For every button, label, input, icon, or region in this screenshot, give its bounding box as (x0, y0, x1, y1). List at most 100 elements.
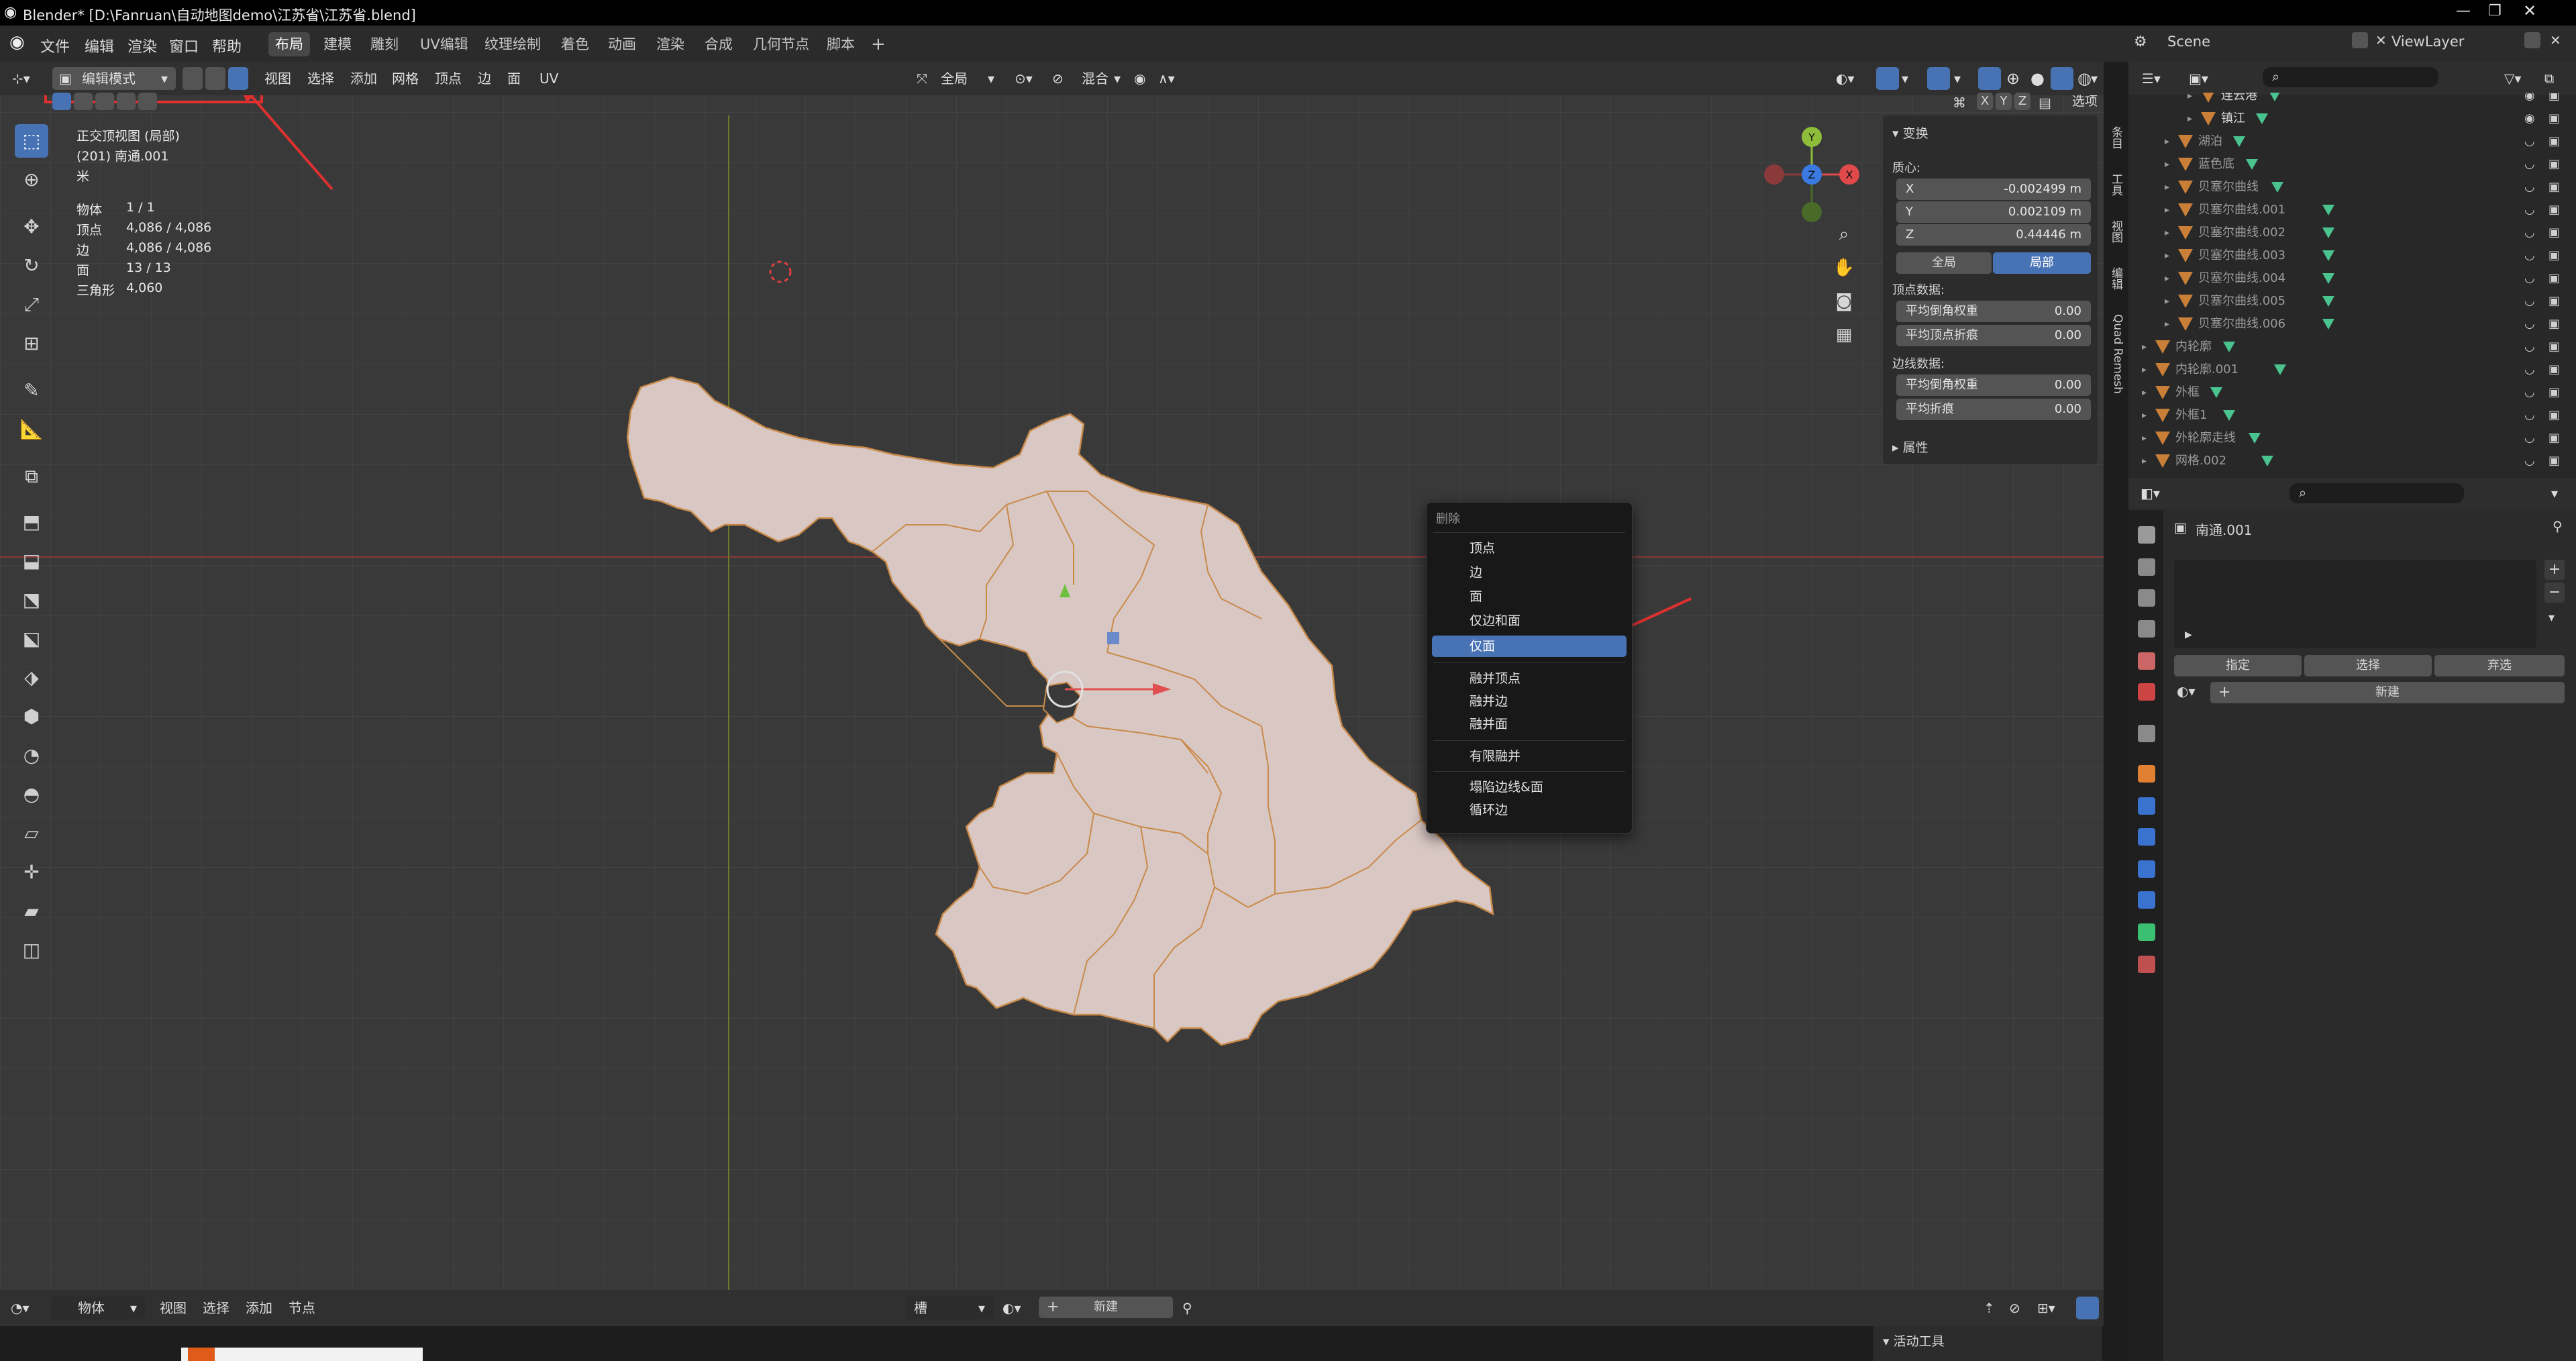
menu-item-faces[interactable]: 面 (1432, 586, 1627, 607)
expand-arrow-icon[interactable]: ▸ (2165, 290, 2169, 313)
particles-tab-icon[interactable] (2138, 828, 2155, 846)
view-layer-delete-icon[interactable]: ✕ (2550, 32, 2561, 48)
select-intersect-icon[interactable] (138, 93, 157, 110)
visibility-eye-icon[interactable]: ◡ (2524, 336, 2535, 358)
add-workspace-icon[interactable]: + (864, 32, 892, 56)
menu-item-dissolve-faces[interactable]: 融并面 (1432, 713, 1627, 735)
material-browse-icon[interactable]: ◐▾ (2177, 683, 2196, 699)
expand-arrow-icon[interactable]: ▸ (2142, 404, 2147, 427)
render-camera-icon[interactable]: ▣ (2548, 313, 2560, 336)
deselect-button[interactable]: 弃选 (2434, 655, 2565, 676)
edge-crease-field[interactable]: 平均折痕 0.00 (1896, 399, 2091, 420)
rip-tool-icon[interactable]: ◫ (15, 934, 48, 967)
menu-select[interactable]: 选择 (307, 67, 334, 90)
menu-edit[interactable]: 编辑 (85, 35, 114, 56)
expand-arrow-icon[interactable]: ▸ (2142, 358, 2147, 381)
outliner-row[interactable]: ▸ 湖泊 ◡ ▣ (2128, 130, 2576, 153)
tab-geometry-nodes[interactable]: 几何节点 (746, 32, 816, 56)
menu-help[interactable]: 帮助 (212, 35, 242, 56)
menu-node[interactable]: 节点 (289, 1297, 315, 1319)
falloff-icon[interactable]: ∧▾ (1158, 67, 1175, 90)
menu-item-edge-loops[interactable]: 循环边 (1432, 799, 1627, 821)
select-invert-icon[interactable] (117, 93, 136, 110)
mean-bevel-weight-field[interactable]: 平均倒角权重 0.00 (1896, 301, 2091, 322)
expand-arrow-icon[interactable]: ▸ (2142, 381, 2147, 404)
outliner-row[interactable]: ▸ 连云港 ◉ ▣ (2128, 93, 2576, 107)
close-icon[interactable]: ✕ (2523, 1, 2536, 20)
properties-editor-icon[interactable]: ◧▾ (2141, 482, 2160, 505)
wireframe-shading-icon[interactable]: ⊕ (2006, 67, 2020, 90)
select-button[interactable]: 选择 (2304, 655, 2432, 676)
outliner-row[interactable]: ▸ 贝塞尔曲线.003 ◡ ▣ (2128, 244, 2576, 267)
visibility-eye-icon[interactable]: ◡ (2524, 450, 2535, 472)
view-layer-new-icon[interactable] (2524, 32, 2540, 48)
expand-arrow-icon[interactable]: ▸ (2165, 199, 2169, 221)
expand-arrow-icon[interactable]: ▸ (2165, 176, 2169, 199)
inset-tool-icon[interactable]: ⬓ (15, 544, 48, 578)
object-tab-icon[interactable] (2138, 765, 2155, 783)
smooth-tool-icon[interactable]: ◓ (15, 778, 48, 811)
tab-layout[interactable]: 布局 (268, 32, 310, 56)
outliner-row[interactable]: ▸ 外框1 ◡ ▣ (2128, 404, 2576, 427)
outliner-row[interactable]: ▸ 外框 ◡ ▣ (2128, 381, 2576, 404)
outliner-row[interactable]: ▸ 网格.002 ◡ ▣ (2128, 450, 2576, 472)
menu-render[interactable]: 渲染 (127, 35, 157, 56)
render-camera-icon[interactable]: ▣ (2548, 358, 2560, 381)
properties-search-input[interactable]: ⌕ (2289, 483, 2464, 503)
chevron-down-icon[interactable]: ▾ (1114, 67, 1121, 90)
menu-add[interactable]: 添加 (246, 1297, 272, 1319)
tab-rendering[interactable]: 渲染 (650, 32, 691, 56)
menu-file[interactable]: 文件 (40, 35, 70, 56)
render-camera-icon[interactable]: ▣ (2548, 381, 2560, 404)
pin-icon[interactable]: ⚲ (1182, 1297, 1192, 1319)
solid-shading-icon[interactable]: ● (2030, 67, 2045, 90)
scene-new-icon[interactable] (2352, 32, 2368, 48)
visibility-eye-icon[interactable]: ◡ (2524, 404, 2535, 427)
view-layer-tab-icon[interactable] (2138, 620, 2155, 638)
material-browse-icon[interactable]: ◐▾ (1002, 1297, 1021, 1319)
menu-item-edges[interactable]: 边 (1432, 562, 1627, 583)
outliner-row[interactable]: ▸ 镇江 ◉ ▣ (2128, 107, 2576, 130)
select-subtract-icon[interactable] (95, 93, 114, 110)
shader-type-selector[interactable]: 物体 ▾ (51, 1297, 145, 1319)
mode-selector[interactable]: ▣ 编辑模式 ▾ (52, 67, 176, 90)
render-camera-icon[interactable]: ▣ (2548, 107, 2560, 130)
mirror-y[interactable]: Y (1996, 93, 2012, 110)
tab-item[interactable]: 条目 (2107, 126, 2124, 149)
menu-item-collapse[interactable]: 塌陷边线&面 (1432, 776, 1627, 798)
editor-type-icon[interactable]: ⊹▾ (12, 67, 30, 90)
scene-icon[interactable]: ⚙ (2134, 34, 2147, 50)
expand-arrow-icon[interactable]: ▸ (2142, 450, 2147, 472)
visibility-eye-icon[interactable]: ◡ (2524, 381, 2535, 404)
maximize-icon[interactable]: ❐ (2488, 3, 2502, 19)
minimize-icon[interactable]: — (2456, 3, 2471, 19)
expand-arrow-icon[interactable]: ▸ (2142, 427, 2147, 450)
cursor-tool-icon[interactable]: ⊕ (15, 163, 48, 197)
tab-texture-paint[interactable]: 纹理绘制 (478, 32, 548, 56)
render-camera-icon[interactable]: ▣ (2548, 176, 2560, 199)
menu-item-dissolve-edges[interactable]: 融并边 (1432, 691, 1627, 712)
bevel-tool-icon[interactable]: ⬔ (15, 583, 48, 617)
material-slots-list[interactable] (2174, 560, 2536, 648)
visibility-eye-icon[interactable]: ◡ (2524, 313, 2535, 336)
chevron-down-icon[interactable]: ▾ (2548, 611, 2555, 625)
visibility-eye-icon[interactable]: ◡ (2524, 199, 2535, 221)
menu-item-dissolve-vertices[interactable]: 融并顶点 (1432, 668, 1627, 689)
menu-uv[interactable]: UV (539, 67, 558, 90)
local-toggle[interactable]: 局部 (1993, 252, 2091, 274)
annotate-tool-icon[interactable]: ✎ (15, 374, 48, 407)
menu-face[interactable]: 面 (507, 67, 521, 90)
chevron-down-icon[interactable]: ▾ (988, 67, 994, 90)
edge-bevel-weight-field[interactable]: 平均倒角权重 0.00 (1896, 374, 2091, 396)
new-collection-icon[interactable]: ⧉ (2544, 67, 2554, 90)
tab-modeling[interactable]: 建模 (317, 32, 358, 56)
modifier-tab-icon[interactable] (2138, 797, 2155, 815)
mean-vertex-crease-field[interactable]: 平均顶点折痕 0.00 (1896, 325, 2091, 346)
data-tab-icon[interactable] (2138, 923, 2155, 941)
select-new-icon[interactable] (52, 93, 71, 110)
outliner-row[interactable]: ▸ 内轮廓 ◡ ▣ (2128, 336, 2576, 358)
expand-arrow-icon[interactable]: ▸ (2165, 130, 2169, 153)
shear-tool-icon[interactable]: ▰ (15, 895, 48, 928)
pan-hand-icon[interactable]: ✋ (1831, 258, 1857, 285)
render-camera-icon[interactable]: ▣ (2548, 404, 2560, 427)
